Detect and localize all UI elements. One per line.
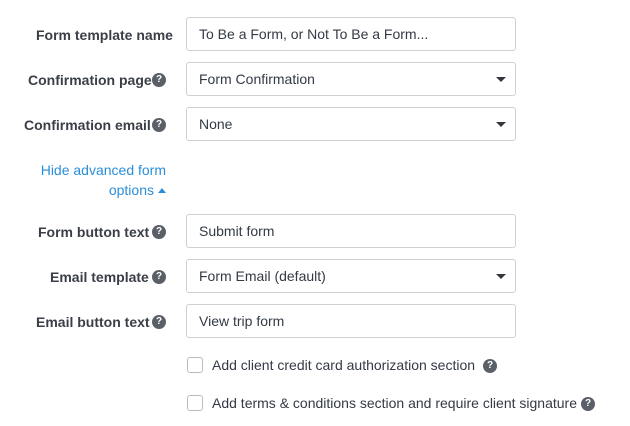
email-button-text-field[interactable]: [186, 304, 516, 338]
form-template-name-label: Form template name: [36, 27, 173, 43]
row-email-template: Email template ? Form Email (default): [0, 259, 630, 295]
row-confirmation-email: Confirmation email ? None: [0, 107, 630, 143]
confirmation-page-label: Confirmation page: [28, 72, 152, 88]
hide-advanced-options-link[interactable]: Hide advanced form options: [41, 160, 166, 200]
help-icon[interactable]: ?: [152, 225, 166, 239]
help-icon[interactable]: ?: [483, 359, 497, 373]
credit-card-authorization-label[interactable]: Add client credit card authorization sec…: [212, 356, 475, 374]
email-button-text-label: Email button text: [36, 314, 150, 330]
chevron-down-icon: [496, 77, 506, 82]
confirmation-page-select[interactable]: Form Confirmation: [186, 62, 516, 96]
advanced-toggle-line2: options: [108, 182, 154, 198]
help-icon[interactable]: ?: [152, 118, 166, 132]
confirmation-email-value: None: [199, 116, 233, 132]
form-button-text-label: Form button text: [38, 224, 150, 240]
terms-conditions-label[interactable]: Add terms & conditions section and requi…: [212, 394, 577, 412]
help-icon[interactable]: ?: [152, 315, 166, 329]
row-form-template-name: Form template name: [0, 17, 630, 53]
email-button-text-input[interactable]: [199, 306, 503, 336]
row-email-button-text: Email button text ?: [0, 304, 630, 340]
help-icon[interactable]: ?: [152, 73, 166, 87]
confirmation-email-label: Confirmation email: [24, 117, 151, 133]
terms-conditions-checkbox[interactable]: [187, 395, 203, 411]
help-icon[interactable]: ?: [581, 397, 595, 411]
form-button-text-field[interactable]: [186, 214, 516, 248]
confirmation-page-value: Form Confirmation: [199, 71, 315, 87]
email-template-value: Form Email (default): [199, 268, 326, 284]
advanced-toggle-line1: Hide advanced form: [40, 162, 166, 178]
email-template-select[interactable]: Form Email (default): [186, 259, 516, 293]
row-form-button-text: Form button text ?: [0, 214, 630, 250]
form-button-text-input[interactable]: [199, 216, 503, 246]
email-template-label: Email template: [50, 269, 149, 285]
chevron-down-icon: [496, 122, 506, 127]
credit-card-authorization-checkbox[interactable]: [187, 357, 203, 373]
caret-up-icon: [158, 188, 166, 193]
confirmation-email-select[interactable]: None: [186, 107, 516, 141]
chevron-down-icon: [496, 274, 506, 279]
row-confirmation-page: Confirmation page ? Form Confirmation: [0, 62, 630, 98]
form-template-name-input[interactable]: [199, 19, 503, 49]
form-template-name-field[interactable]: [186, 17, 516, 51]
help-icon[interactable]: ?: [152, 270, 166, 284]
